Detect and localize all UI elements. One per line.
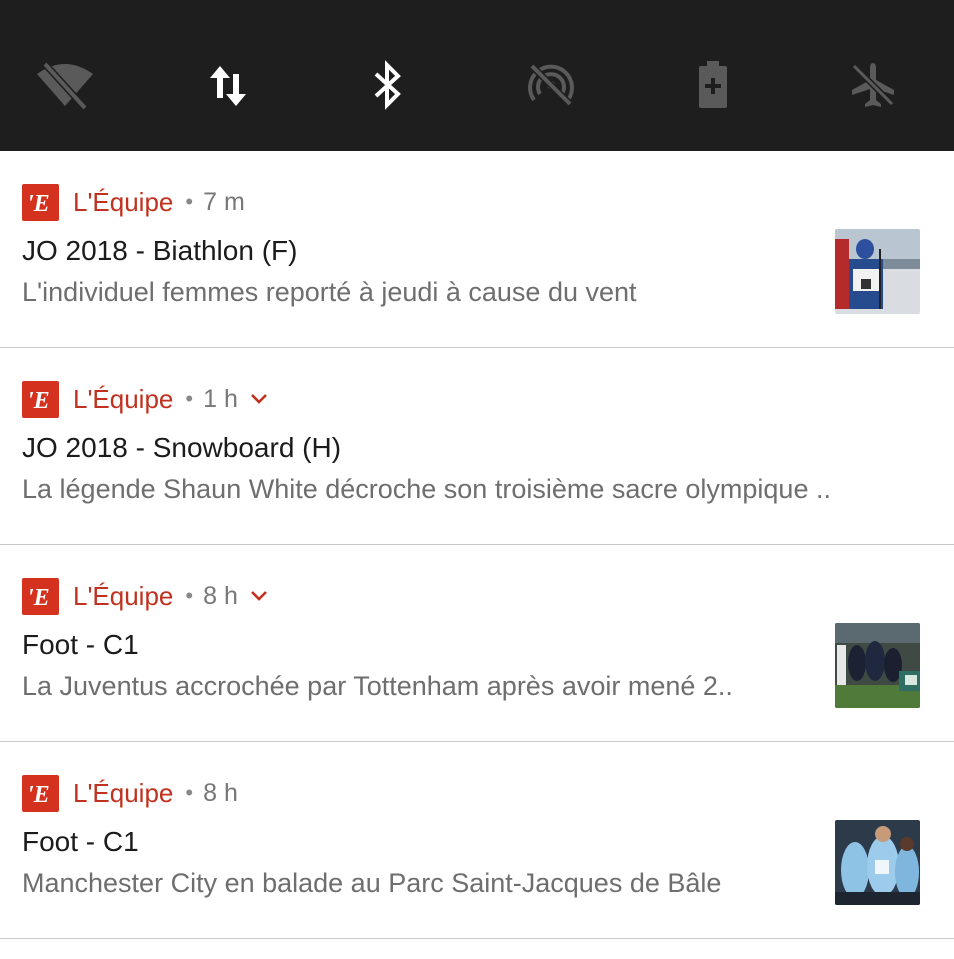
notification-title: JO 2018 - Biathlon (F) — [22, 235, 298, 266]
notification-header: 'E L'Équipe • 8 h — [22, 774, 238, 812]
app-logo-icon: 'E — [22, 774, 59, 812]
bluetooth-icon[interactable] — [358, 58, 418, 112]
battery-saver-icon[interactable] — [683, 58, 743, 112]
timestamp: 8 h — [203, 778, 238, 807]
notification-card[interactable]: 'E L'Équipe • 7 m JO 2018 - Biathlon (F)… — [0, 151, 954, 348]
app-name: L'Équipe — [73, 383, 174, 414]
hotspot-off-icon[interactable] — [521, 58, 581, 112]
notification-thumbnail — [835, 623, 920, 708]
wifi-off-icon[interactable] — [35, 58, 95, 112]
separator-dot: • — [185, 386, 194, 411]
notification-card[interactable]: 'E L'Équipe • 1 h JO 2018 - Snowboard (H… — [0, 348, 954, 545]
svg-text:'E: 'E — [27, 782, 50, 805]
notification-title: Foot - C1 — [22, 629, 139, 660]
chevron-down-icon[interactable] — [250, 590, 268, 602]
quick-settings-bar — [0, 0, 954, 151]
notification-text: Manchester City en balade au Parc Saint-… — [22, 868, 722, 898]
notification-header: 'E L'Équipe • 7 m — [22, 183, 245, 221]
notification-text: L'individuel femmes reporté à jeudi à ca… — [22, 277, 637, 307]
app-name: L'Équipe — [73, 777, 174, 808]
notification-thumbnail — [835, 229, 920, 314]
timestamp: 7 m — [203, 187, 245, 216]
notification-title: JO 2018 - Snowboard (H) — [22, 432, 342, 463]
notification-card[interactable]: 'E L'Équipe • 8 h Foot - C1 La Juventus … — [0, 545, 954, 742]
notification-text: La Juventus accrochée par Tottenham aprè… — [22, 671, 733, 701]
svg-text:'E: 'E — [27, 585, 50, 608]
app-name: L'Équipe — [73, 186, 174, 217]
app-logo-icon: 'E — [22, 577, 59, 615]
svg-text:'E: 'E — [27, 191, 50, 214]
notification-header: 'E L'Équipe • 8 h — [22, 577, 268, 615]
app-logo-icon: 'E — [22, 380, 59, 418]
notification-text: La légende Shaun White décroche son troi… — [22, 474, 831, 504]
airplane-mode-icon[interactable] — [843, 58, 903, 112]
separator-dot: • — [185, 583, 194, 608]
chevron-down-icon[interactable] — [250, 393, 268, 405]
svg-text:'E: 'E — [27, 388, 50, 411]
app-name: L'Équipe — [73, 580, 174, 611]
notification-card[interactable]: 'E L'Équipe • 8 h Foot - C1 Manchester C… — [0, 742, 954, 939]
notification-title: Foot - C1 — [22, 826, 139, 857]
notification-header: 'E L'Équipe • 1 h — [22, 380, 268, 418]
separator-dot: • — [185, 189, 194, 214]
timestamp: 8 h — [203, 581, 238, 610]
app-logo-icon: 'E — [22, 183, 59, 221]
separator-dot: • — [185, 780, 194, 805]
notification-thumbnail — [835, 820, 920, 905]
timestamp: 1 h — [203, 384, 238, 413]
notification-list: 'E L'Équipe • 7 m JO 2018 - Biathlon (F)… — [0, 151, 954, 939]
mobile-data-icon[interactable] — [198, 58, 258, 112]
